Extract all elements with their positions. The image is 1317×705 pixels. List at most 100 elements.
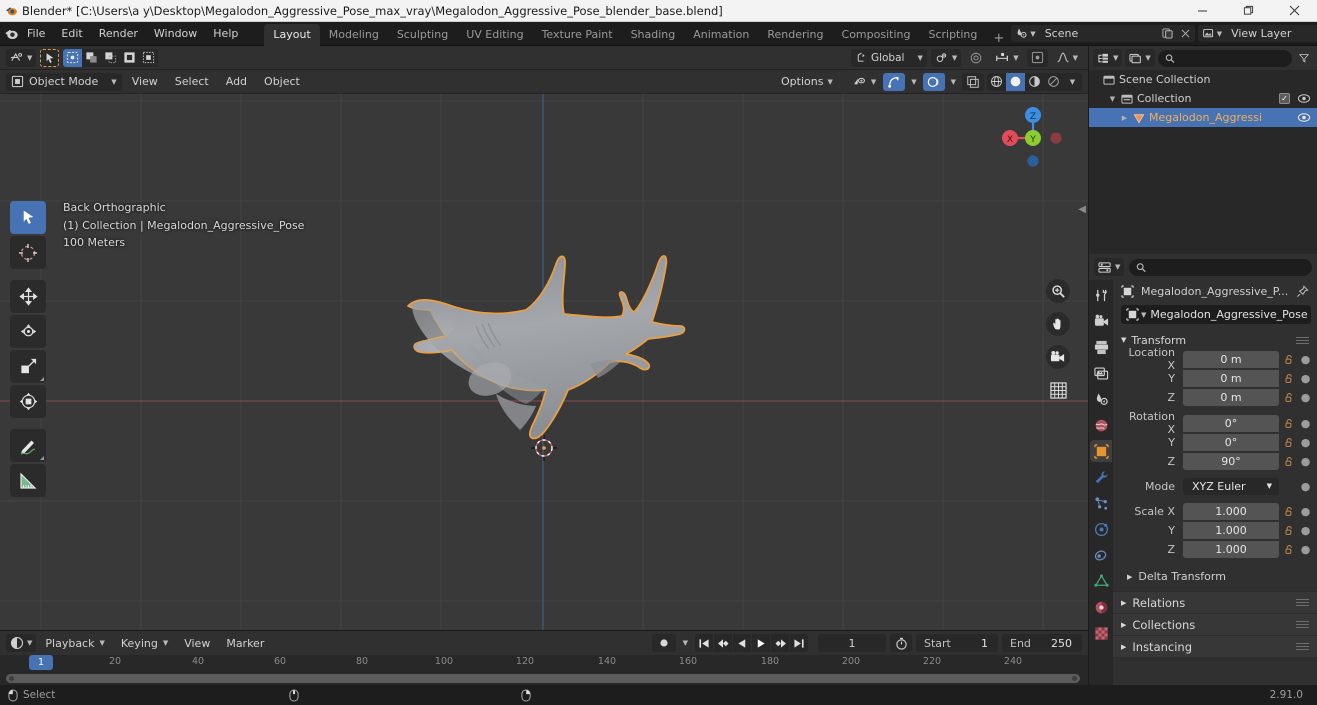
- scene-icon[interactable]: ▼: [1011, 25, 1039, 42]
- animate-property-dot[interactable]: ●: [1300, 391, 1311, 404]
- collections-panel[interactable]: ▶ Collections: [1113, 613, 1317, 635]
- rotation-y-input[interactable]: 0°: [1183, 433, 1279, 451]
- workspace-tab-modeling[interactable]: Modeling: [320, 24, 388, 46]
- workspace-tab-uv-editing[interactable]: UV Editing: [457, 24, 532, 46]
- animate-property-dot[interactable]: ●: [1300, 505, 1311, 518]
- new-scene-button[interactable]: [1158, 25, 1177, 42]
- frame-end-field[interactable]: End 250: [1002, 634, 1082, 652]
- use-preview-range-toggle[interactable]: [890, 634, 912, 652]
- menu-help[interactable]: Help: [205, 25, 246, 42]
- select-subtract-icon[interactable]: [101, 49, 120, 67]
- affect-only-origins-toggle[interactable]: [1026, 48, 1048, 67]
- outliner-row-scene-collection[interactable]: Scene Collection: [1089, 70, 1317, 89]
- animate-property-dot[interactable]: ●: [1300, 524, 1311, 537]
- proportional-editing-toggle[interactable]: [965, 49, 987, 67]
- pin-icon[interactable]: [1296, 284, 1309, 298]
- shading-dropdown[interactable]: ▼: [1063, 73, 1082, 91]
- select-invert-icon[interactable]: [120, 49, 139, 67]
- scene-name-field[interactable]: Scene: [1038, 25, 1159, 42]
- blender-logo-icon[interactable]: [4, 26, 19, 41]
- window-close-button[interactable]: [1271, 0, 1317, 22]
- properties-tab-tool[interactable]: [1090, 284, 1112, 306]
- location-x-input[interactable]: 0 m: [1183, 350, 1279, 368]
- outliner-editor-type-selector[interactable]: ▼: [1093, 49, 1123, 67]
- menu-window[interactable]: Window: [146, 25, 205, 42]
- properties-tab-scene[interactable]: [1090, 388, 1112, 410]
- scale-z-input[interactable]: 1.000: [1183, 540, 1279, 558]
- view-layer-name-field[interactable]: View Layer: [1225, 25, 1317, 42]
- outliner-filter-button[interactable]: [1295, 49, 1313, 67]
- tool-move-button[interactable]: [10, 280, 46, 313]
- scale-x-input[interactable]: 1.000: [1183, 502, 1279, 520]
- animate-property-dot[interactable]: ●: [1300, 436, 1311, 449]
- material-preview-shading-icon[interactable]: [1025, 73, 1044, 91]
- animate-property-dot[interactable]: ●: [1300, 353, 1311, 366]
- properties-tab-view-layer[interactable]: [1090, 362, 1112, 384]
- viewport-3d[interactable]: Back Orthographic (1) Collection | Megal…: [0, 94, 1088, 630]
- lock-icon[interactable]: [1283, 506, 1296, 517]
- rotation-mode-dropdown[interactable]: XYZ Euler ▼: [1183, 477, 1279, 495]
- properties-search-input[interactable]: [1150, 261, 1305, 273]
- timeline-menu-keying[interactable]: Keying ▼: [114, 635, 175, 652]
- select-intersect-icon[interactable]: [139, 49, 158, 67]
- outliner-row-collection[interactable]: ▼ Collection ✓: [1089, 89, 1317, 108]
- outliner-row-megalodon-object[interactable]: ▶ Megalodon_Aggressi: [1089, 108, 1317, 127]
- animate-property-dot[interactable]: ●: [1300, 543, 1311, 556]
- object-datablock-icon[interactable]: ▼: [1126, 308, 1146, 321]
- wireframe-shading-icon[interactable]: [987, 73, 1006, 91]
- lock-icon[interactable]: [1283, 437, 1296, 448]
- eye-icon[interactable]: [1297, 93, 1311, 104]
- viewport-menu-select[interactable]: Select: [168, 73, 216, 90]
- properties-search-box[interactable]: [1129, 258, 1312, 276]
- properties-tab-physics[interactable]: [1090, 518, 1112, 540]
- properties-tab-render[interactable]: [1090, 310, 1112, 332]
- current-frame-field[interactable]: 1: [818, 634, 886, 652]
- interaction-mode-selector[interactable]: Object Mode ▼: [6, 72, 122, 91]
- relations-panel[interactable]: ▶ Relations: [1113, 591, 1317, 613]
- overlays-toggle[interactable]: [922, 72, 945, 91]
- sidebar-toggle-arrow-icon[interactable]: ◀: [1078, 204, 1086, 215]
- timeline-menu-marker[interactable]: Marker: [219, 635, 271, 652]
- timeline-ruler[interactable]: 1 20 40 60 80 100 120 140 160 180 200 22…: [0, 655, 1088, 673]
- location-z-input[interactable]: 0 m: [1183, 388, 1279, 406]
- pivot-point-selector[interactable]: ▼: [930, 48, 962, 67]
- workspace-tab-rendering[interactable]: Rendering: [758, 24, 832, 46]
- view-layer-selector[interactable]: ▼ View Layer: [1197, 25, 1317, 42]
- frame-start-field[interactable]: Start 1: [916, 634, 998, 652]
- timeline-editor-type-selector[interactable]: ▼: [6, 634, 37, 652]
- object-name-field[interactable]: ▼ Megalodon_Aggressive_Pose: [1121, 305, 1311, 324]
- tweak-tool-button[interactable]: [40, 48, 60, 67]
- viewport-options-button[interactable]: Options ▼: [774, 73, 840, 90]
- pan-view-button[interactable]: [1046, 312, 1070, 336]
- lock-icon[interactable]: [1283, 418, 1296, 429]
- timeline-menu-playback[interactable]: Playback ▼: [38, 635, 111, 652]
- tool-annotate-button[interactable]: [10, 429, 46, 462]
- object-visibility-selector[interactable]: ▼: [849, 73, 880, 91]
- outliner-display-mode-selector[interactable]: ▼: [1125, 49, 1155, 67]
- jump-to-next-keyframe-button[interactable]: [771, 634, 789, 652]
- add-workspace-button[interactable]: +: [986, 31, 1011, 46]
- rotation-x-input[interactable]: 0°: [1183, 414, 1279, 432]
- timeline-menu-view[interactable]: View: [177, 635, 217, 652]
- gizmo-dropdown[interactable]: ▼: [908, 73, 919, 91]
- viewport-menu-view[interactable]: View: [125, 73, 165, 90]
- rotation-z-input[interactable]: 90°: [1183, 452, 1279, 470]
- disclosure-triangle-icon[interactable]: ▼: [1108, 95, 1117, 103]
- tool-cursor-button[interactable]: [10, 236, 46, 269]
- overlays-dropdown[interactable]: ▼: [948, 73, 959, 91]
- zoom-view-button[interactable]: [1046, 279, 1070, 303]
- workspace-tab-scripting[interactable]: Scripting: [919, 24, 986, 46]
- workspace-tab-sculpting[interactable]: Sculpting: [388, 24, 457, 46]
- auto-keying-toggle[interactable]: [651, 634, 676, 652]
- tool-scale-button[interactable]: [10, 350, 46, 383]
- jump-to-start-button[interactable]: [695, 634, 713, 652]
- window-minimize-button[interactable]: [1179, 0, 1225, 22]
- window-maximize-button[interactable]: [1225, 0, 1271, 22]
- menu-file[interactable]: File: [19, 25, 53, 42]
- workspace-tab-layout[interactable]: Layout: [264, 23, 320, 46]
- delta-transform-subpanel[interactable]: ▶ Delta Transform: [1113, 567, 1317, 586]
- collection-checkbox[interactable]: ✓: [1279, 93, 1290, 104]
- animate-property-dot[interactable]: ●: [1300, 455, 1311, 468]
- timeline-playhead[interactable]: 1: [29, 655, 53, 670]
- proportional-falloff-selector[interactable]: ▼: [1052, 49, 1082, 67]
